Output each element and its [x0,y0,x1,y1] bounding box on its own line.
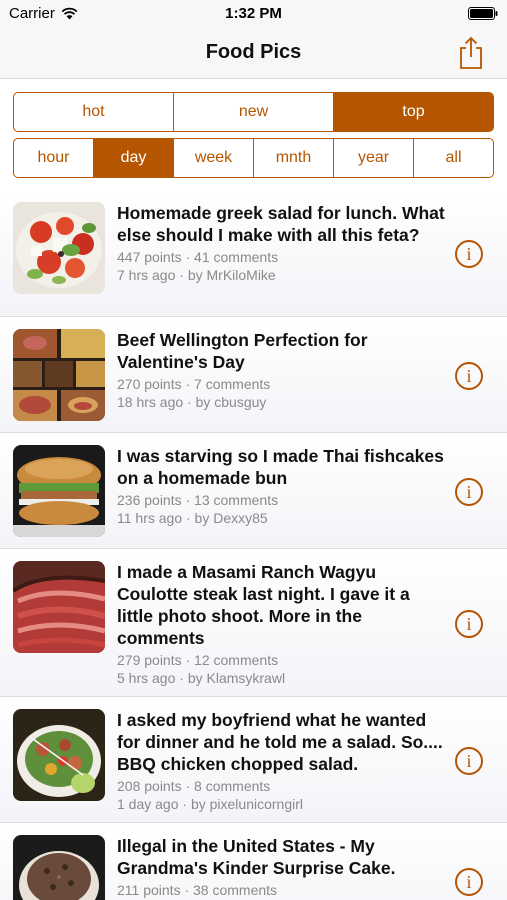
post-text: I asked my boyfriend what he wanted for … [117,709,447,813]
time-tab-all[interactable]: all [414,139,493,177]
post-title: I asked my boyfriend what he wanted for … [117,710,443,774]
sort-segmented-control: hot new top [13,92,494,132]
post-age-author: 5 hrs ago · by Klamsykrawl [117,670,286,686]
info-icon[interactable]: i [455,610,483,638]
post-points-comments: 279 points · 12 comments [117,652,279,668]
post-thumbnail[interactable] [13,561,105,653]
post-points-comments: 236 points · 13 comments [117,492,279,508]
post-text: Illegal in the United States - My Grandm… [117,835,447,899]
navigation-bar: Food Pics [0,28,507,79]
time-segmented-control: hour day week mnth year all [13,138,494,178]
sort-tab-new[interactable]: new [174,93,334,131]
info-icon[interactable]: i [455,478,483,506]
post-thumbnail[interactable] [13,202,105,294]
time-tab-week[interactable]: week [174,139,254,177]
post-age-author: 1 day ago · by pixelunicorngirl [117,796,303,812]
status-time: 1:32 PM [225,5,282,22]
page-title: Food Pics [205,41,302,63]
post-row[interactable]: Beef Wellington Perfection for Valentine… [0,317,507,433]
post-text: Beef Wellington Perfection for Valentine… [117,329,447,411]
time-tab-day[interactable]: day [94,139,174,177]
post-thumbnail[interactable] [13,835,105,900]
post-title: I made a Masami Ranch Wagyu Coulotte ste… [117,562,410,648]
info-icon[interactable]: i [455,362,483,390]
post-points-comments: 211 points · 38 comments [117,882,278,898]
share-icon[interactable] [457,36,485,70]
time-tab-month[interactable]: mnth [254,139,334,177]
post-age-author: 7 hrs ago · by MrKiloMike [117,267,276,283]
post-row[interactable]: I was starving so I made Thai fishcakes … [0,433,507,549]
post-age-author: 11 hrs ago · by Dexxy85 [117,510,268,526]
post-title: I was starving so I made Thai fishcakes … [117,446,444,488]
post-row[interactable]: I asked my boyfriend what he wanted for … [0,697,507,823]
sort-tab-top[interactable]: top [334,93,493,131]
info-icon[interactable]: i [455,240,483,268]
post-thumbnail[interactable] [13,329,105,421]
post-thumbnail[interactable] [13,445,105,537]
time-tab-hour[interactable]: hour [14,139,94,177]
post-points-comments: 447 points · 41 comments [117,249,279,265]
post-points-comments: 208 points · 8 comments [117,778,271,794]
time-tab-year[interactable]: year [334,139,414,177]
post-text: Homemade greek salad for lunch. What els… [117,202,447,284]
sort-tab-hot[interactable]: hot [14,93,174,131]
post-thumbnail[interactable] [13,709,105,801]
post-row[interactable]: Homemade greek salad for lunch. What els… [0,190,507,317]
post-title: Homemade greek salad for lunch. What els… [117,203,445,245]
post-row[interactable]: Illegal in the United States - My Grandm… [0,823,507,900]
info-icon[interactable]: i [455,747,483,775]
post-points-comments: 270 points · 7 comments [117,376,271,392]
info-icon[interactable]: i [455,868,483,896]
post-list: Homemade greek salad for lunch. What els… [0,190,507,900]
post-text: I was starving so I made Thai fishcakes … [117,445,447,527]
status-bar: Carrier 1:32 PM [0,0,507,28]
post-text: I made a Masami Ranch Wagyu Coulotte ste… [117,561,447,687]
post-title: Illegal in the United States - My Grandm… [117,836,396,878]
post-age-author: 18 hrs ago · by cbusguy [117,394,267,410]
battery-icon [468,7,498,20]
post-row[interactable]: I made a Masami Ranch Wagyu Coulotte ste… [0,549,507,697]
post-title: Beef Wellington Perfection for Valentine… [117,330,368,372]
